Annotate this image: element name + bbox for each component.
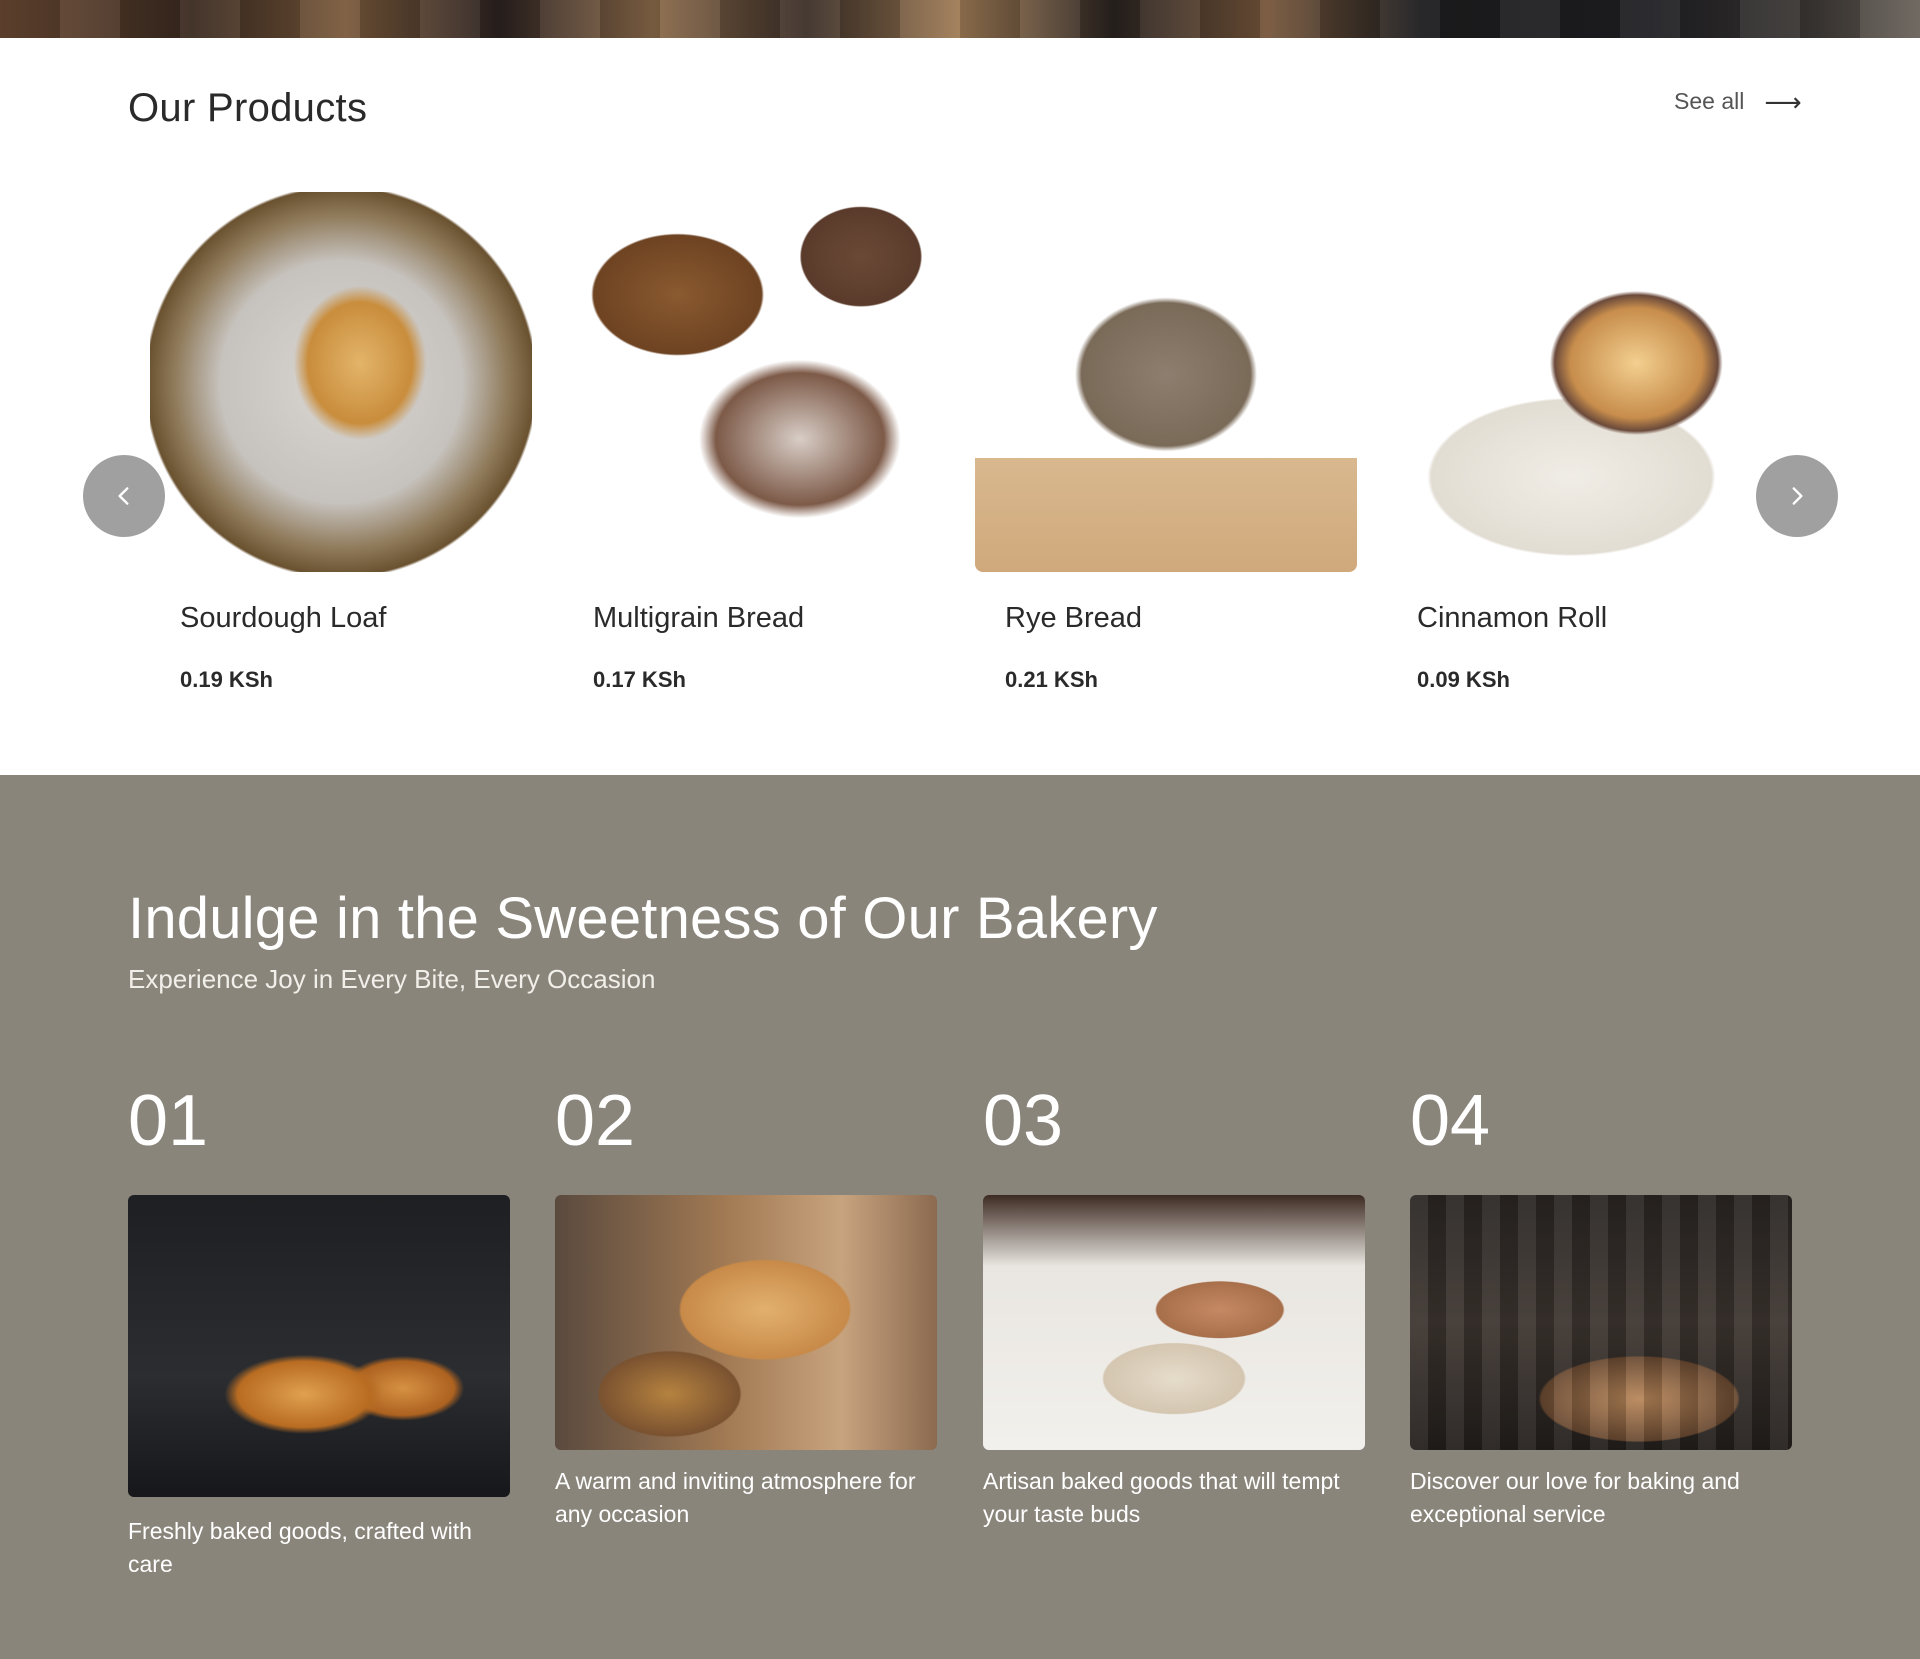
product-card[interactable]: Sourdough Loaf 0.19 KSh [150,192,532,692]
chevron-left-icon [118,487,129,505]
feature-item: 01 Freshly baked goods, crafted with car… [128,1081,510,1577]
bakery-subtitle: Experience Joy in Every Bite, Every Occa… [128,964,656,994]
product-image[interactable] [563,192,945,572]
products-section: Our Products See all ⟶ Sourdough Loaf 0.… [0,38,1920,775]
products-title: Our Products [128,86,368,130]
product-name[interactable]: Cinnamon Roll [1417,602,1607,635]
product-card[interactable]: Cinnamon Roll 0.09 KSh [1388,192,1770,692]
feature-item: 03 Artisan baked goods that will tempt y… [983,1081,1365,1527]
chevron-right-icon [1792,487,1803,505]
product-image[interactable] [975,192,1357,572]
product-card[interactable]: Rye Bread 0.21 KSh [975,192,1357,692]
product-name[interactable]: Multigrain Bread [593,602,804,635]
product-price: 0.21 KSh [1005,667,1098,692]
feature-item: 02 A warm and inviting atmosphere for an… [555,1081,937,1527]
feature-text: Discover our love for baking and excepti… [1410,1468,1740,1527]
arrow-right-icon: ⟶ [1764,86,1802,117]
feature-text: A warm and inviting atmosphere for any o… [555,1468,916,1527]
see-all-link[interactable]: See all ⟶ [1674,88,1802,115]
product-image[interactable] [1388,192,1770,572]
product-name[interactable]: Sourdough Loaf [180,602,386,635]
feature-number: 03 [983,1081,1064,1161]
product-card[interactable]: Multigrain Bread 0.17 KSh [563,192,945,692]
product-name[interactable]: Rye Bread [1005,602,1142,635]
carousel-prev-button[interactable] [83,455,165,537]
feature-text: Freshly baked goods, crafted with care [128,1518,472,1577]
feature-image [128,1195,510,1497]
bakery-title: Indulge in the Sweetness of Our Bakery [128,886,1158,951]
feature-image [555,1195,937,1450]
hero-image-strip [0,0,1920,38]
feature-image [983,1195,1365,1450]
product-image[interactable] [150,192,532,572]
feature-number: 01 [128,1081,209,1161]
bakery-section: Indulge in the Sweetness of Our Bakery E… [0,775,1920,1659]
product-price: 0.19 KSh [180,667,273,692]
carousel-next-button[interactable] [1756,455,1838,537]
feature-item: 04 Discover our love for baking and exce… [1410,1081,1792,1527]
feature-image [1410,1195,1792,1450]
product-price: 0.17 KSh [593,667,686,692]
feature-number: 04 [1410,1081,1491,1161]
feature-text: Artisan baked goods that will tempt your… [983,1468,1340,1527]
product-price: 0.09 KSh [1417,667,1510,692]
see-all-label: See all [1674,88,1745,114]
feature-number: 02 [555,1081,636,1161]
